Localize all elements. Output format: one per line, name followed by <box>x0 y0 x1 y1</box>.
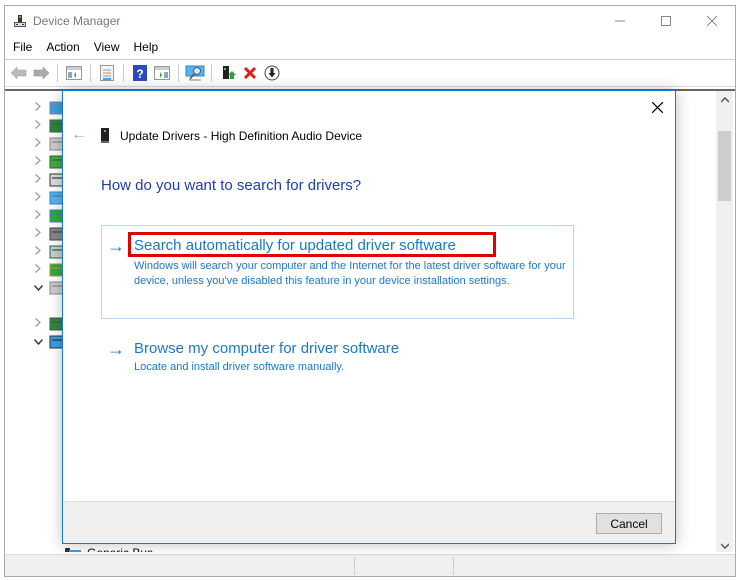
arrow-right-icon: → <box>107 236 125 256</box>
chevron-right-icon[interactable] <box>33 102 43 114</box>
tree-item[interactable] <box>5 315 65 333</box>
chevron-right-icon[interactable] <box>33 120 43 132</box>
minimize-button[interactable] <box>597 6 643 36</box>
chevron-right-icon[interactable] <box>33 192 43 204</box>
scroll-up-button[interactable] <box>716 91 733 108</box>
help-button[interactable]: ? <box>130 63 150 83</box>
back-arrow-icon: ← <box>71 126 87 143</box>
tree-item[interactable] <box>5 189 65 207</box>
status-bar <box>5 554 735 576</box>
chevron-right-icon[interactable] <box>33 174 43 186</box>
tree-item[interactable] <box>5 279 65 297</box>
back-icon <box>11 67 27 79</box>
toolbar: ? <box>5 59 735 87</box>
forward-button[interactable] <box>31 63 51 83</box>
tree-item[interactable] <box>5 243 65 261</box>
show-hide-console-tree-icon <box>66 66 82 80</box>
window-title: Device Manager <box>33 14 121 28</box>
tree-item[interactable] <box>5 135 65 153</box>
dialog-back-button[interactable]: ← <box>71 127 87 143</box>
chevron-right-icon[interactable] <box>33 210 43 222</box>
title-bar: Device Manager <box>5 6 735 36</box>
menu-action[interactable]: Action <box>39 38 86 58</box>
status-divider <box>453 557 454 575</box>
dialog-footer: Cancel <box>63 501 675 543</box>
cancel-button[interactable]: Cancel <box>596 513 662 534</box>
forward-icon <box>33 67 49 79</box>
tree-item[interactable] <box>5 261 65 279</box>
chevron-down-icon <box>720 542 729 549</box>
tree-item[interactable] <box>5 207 65 225</box>
back-button[interactable] <box>9 63 29 83</box>
scan-hardware-button[interactable] <box>185 63 205 83</box>
disable-device-icon <box>264 65 280 81</box>
device-manager-icon <box>14 15 26 27</box>
system-device-icon <box>65 548 81 552</box>
toolbar-separator <box>123 64 124 82</box>
arrow-right-icon: → <box>107 339 125 359</box>
toolbar-separator <box>178 64 179 82</box>
browse-computer-description: Locate and install driver software manua… <box>134 361 345 373</box>
show-hide-action-pane-icon <box>154 66 170 80</box>
tree-item[interactable] <box>5 333 65 351</box>
dialog-heading: How do you want to search for drivers? <box>101 177 362 194</box>
chevron-right-icon[interactable] <box>33 156 43 168</box>
menu-view[interactable]: View <box>87 38 127 58</box>
close-icon <box>707 16 717 26</box>
disable-device-button[interactable] <box>262 63 282 83</box>
vertical-scrollbar[interactable] <box>716 91 733 552</box>
tree-item[interactable] <box>5 99 65 117</box>
highlight-annotation <box>128 232 496 257</box>
tree-item[interactable] <box>5 225 65 243</box>
tree-item[interactable] <box>5 117 65 135</box>
dialog-close-button[interactable] <box>647 97 667 117</box>
help-icon: ? <box>133 65 147 81</box>
menu-bar: File Action View Help <box>5 38 735 58</box>
properties-button[interactable] <box>97 63 117 83</box>
show-hide-console-tree-button[interactable] <box>64 63 84 83</box>
menu-file[interactable]: File <box>5 38 39 58</box>
menu-help[interactable]: Help <box>127 38 166 58</box>
toolbar-separator <box>57 64 58 82</box>
maximize-icon <box>661 16 671 26</box>
chevron-up-icon <box>720 96 729 103</box>
toolbar-separator <box>211 64 212 82</box>
scroll-thumb[interactable] <box>718 131 731 201</box>
status-divider <box>354 557 355 575</box>
tree-item-label: Generic Bus <box>87 546 153 552</box>
chevron-down-icon[interactable] <box>33 336 43 348</box>
tree-item[interactable] <box>5 153 65 171</box>
search-automatically-description: Windows will search your computer and th… <box>134 260 566 287</box>
audio-device-icon <box>101 128 109 143</box>
chevron-down-icon[interactable] <box>33 282 43 294</box>
chevron-right-icon[interactable] <box>33 264 43 276</box>
tree-item[interactable] <box>5 171 65 189</box>
toolbar-separator <box>90 64 91 82</box>
maximize-button[interactable] <box>643 6 689 36</box>
uninstall-button[interactable] <box>240 63 260 83</box>
minimize-icon <box>615 20 625 22</box>
close-button[interactable] <box>689 6 735 36</box>
update-driver-button[interactable] <box>218 63 238 83</box>
chevron-right-icon[interactable] <box>33 228 43 240</box>
browse-computer-link[interactable]: Browse my computer for driver software <box>134 340 399 357</box>
chevron-right-icon[interactable] <box>33 246 43 258</box>
close-icon <box>651 101 663 113</box>
scan-hardware-icon <box>185 65 205 81</box>
update-drivers-dialog: ← Update Drivers - High Definition Audio… <box>62 90 676 544</box>
show-hide-action-pane-button[interactable] <box>152 63 172 83</box>
scroll-down-button[interactable] <box>716 537 733 552</box>
uninstall-icon <box>243 66 257 80</box>
dialog-title: Update Drivers - High Definition Audio D… <box>120 129 363 143</box>
svg-text:?: ? <box>136 67 143 81</box>
update-driver-icon <box>223 66 236 79</box>
chevron-right-icon[interactable] <box>33 318 43 330</box>
chevron-right-icon[interactable] <box>33 138 43 150</box>
properties-icon <box>100 65 114 81</box>
